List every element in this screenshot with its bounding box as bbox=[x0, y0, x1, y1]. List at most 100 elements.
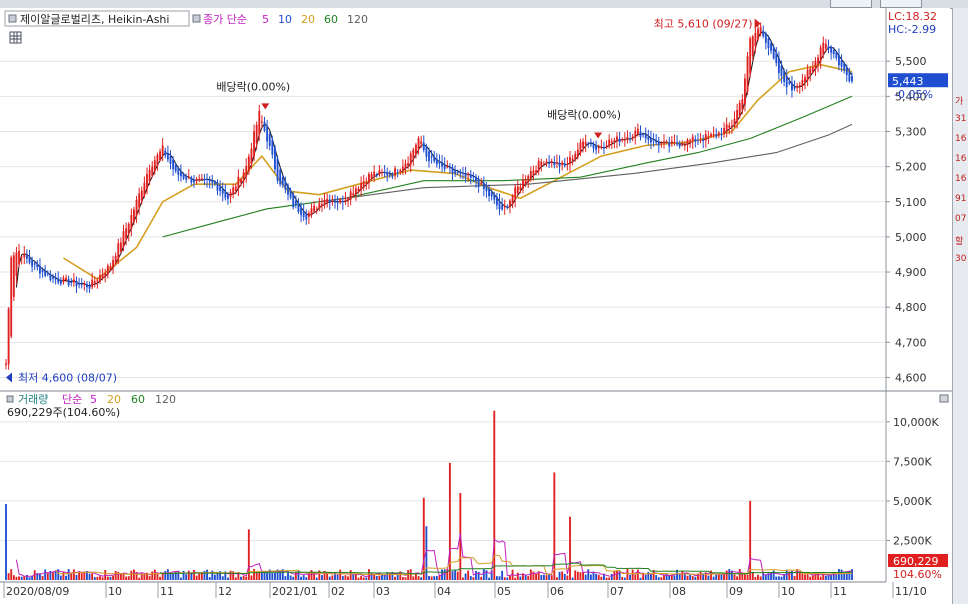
candle-body bbox=[193, 179, 195, 183]
volume-bar bbox=[271, 572, 274, 580]
candle-body bbox=[93, 281, 96, 284]
volume-bar bbox=[187, 570, 190, 580]
volume-bar bbox=[166, 569, 169, 580]
volume-bar bbox=[464, 573, 467, 580]
candle-body bbox=[514, 187, 517, 200]
toolbar-button-2[interactable] bbox=[880, 0, 922, 8]
volume-gridlines bbox=[0, 421, 886, 541]
volume-bar bbox=[125, 576, 128, 580]
candle-body bbox=[156, 154, 159, 166]
volume-bar bbox=[138, 577, 141, 580]
volume-bar bbox=[339, 569, 342, 580]
side-panel-fragment: 16 bbox=[955, 154, 967, 164]
volume-bar bbox=[96, 576, 99, 580]
volume-bar bbox=[571, 577, 574, 580]
side-panel-fragment: 16 bbox=[955, 134, 967, 144]
grid-toggle-icon[interactable] bbox=[9, 31, 22, 44]
volume-legend-period-60: 60 bbox=[131, 393, 145, 406]
candle-body bbox=[234, 186, 237, 191]
volume-bar bbox=[344, 575, 347, 580]
candle-body bbox=[237, 176, 240, 189]
candle-body bbox=[153, 160, 156, 172]
candle-body bbox=[247, 156, 250, 172]
volume-bar bbox=[749, 500, 752, 580]
dividend-annotation-1: 배당락(0.00%) bbox=[216, 80, 290, 93]
candle-body bbox=[70, 281, 73, 284]
candle-body bbox=[83, 283, 86, 285]
price-tick-label: 4,900 bbox=[895, 266, 927, 279]
candle-body bbox=[840, 60, 843, 67]
chart-title: 제이알글로벌리츠, Heikin-Ashi bbox=[20, 12, 169, 26]
candle-body bbox=[712, 133, 715, 136]
candle-body bbox=[266, 126, 269, 142]
candle-body bbox=[650, 138, 652, 143]
volume-bar bbox=[610, 573, 613, 580]
candle-body bbox=[307, 213, 310, 217]
toolbar-button-1[interactable] bbox=[830, 0, 872, 8]
candle-body bbox=[673, 142, 676, 144]
volume-bar bbox=[180, 577, 182, 580]
candle-body bbox=[279, 169, 282, 185]
volume-bar bbox=[689, 574, 692, 580]
candle-body bbox=[49, 273, 52, 280]
candle-body bbox=[623, 139, 626, 141]
candle-body bbox=[548, 162, 551, 164]
volume-bar bbox=[488, 577, 490, 580]
candle-body bbox=[524, 179, 527, 184]
candle-body bbox=[665, 141, 668, 143]
ma-legend-period-5: 5 bbox=[262, 13, 269, 26]
candle-body bbox=[634, 130, 637, 138]
candle-body bbox=[511, 195, 514, 204]
candle-body bbox=[339, 199, 342, 203]
candle-body bbox=[65, 277, 67, 281]
candle-body bbox=[310, 208, 313, 215]
candle-body bbox=[780, 65, 783, 76]
candle-body bbox=[433, 156, 436, 162]
stock-chart[interactable]: 4,600 4,700 4,800 4,900 5,000 5,100 5,200 5,300… bbox=[0, 8, 952, 604]
volume-bar bbox=[804, 574, 806, 580]
candle-body bbox=[302, 211, 305, 217]
volume-bar bbox=[707, 575, 710, 580]
volume-bar bbox=[52, 571, 54, 580]
candle-body bbox=[827, 46, 830, 49]
candle-body bbox=[631, 136, 634, 139]
volume-bar bbox=[665, 573, 668, 580]
candle-body bbox=[360, 183, 363, 190]
candle-body bbox=[143, 182, 146, 196]
volume-bar bbox=[227, 577, 229, 580]
candle-body bbox=[305, 214, 308, 220]
candle-body bbox=[159, 151, 161, 161]
volume-bar bbox=[375, 575, 378, 580]
candle-body bbox=[151, 166, 154, 176]
volume-bar bbox=[362, 577, 365, 580]
volume-bar bbox=[540, 575, 543, 580]
volume-bar bbox=[153, 569, 156, 580]
volume-bar bbox=[72, 569, 75, 580]
candle-body bbox=[415, 144, 417, 155]
candle-body bbox=[412, 149, 415, 160]
candle-body bbox=[556, 162, 558, 164]
candle-body bbox=[99, 275, 101, 282]
candle-body bbox=[537, 160, 540, 172]
volume-bar bbox=[83, 571, 86, 580]
volume-bar bbox=[796, 569, 799, 580]
candle-body bbox=[798, 84, 801, 87]
date-axis-area bbox=[0, 582, 952, 604]
volume-bar bbox=[242, 575, 245, 580]
candle-body bbox=[793, 86, 796, 89]
candle-body bbox=[579, 142, 582, 154]
volume-bar bbox=[307, 572, 310, 580]
volume-bar bbox=[46, 572, 49, 580]
candle-body bbox=[169, 156, 172, 164]
volume-bar bbox=[639, 577, 642, 580]
price-tick-label: 4,700 bbox=[895, 336, 927, 349]
candle-body bbox=[435, 158, 438, 165]
candle-body bbox=[284, 180, 287, 190]
candle-body bbox=[529, 171, 532, 179]
candle-body bbox=[331, 201, 334, 203]
volume-panel-toggle-icon[interactable] bbox=[939, 394, 949, 403]
candle-body bbox=[616, 136, 618, 141]
candle-body bbox=[788, 81, 791, 84]
ma-legend-period-60: 60 bbox=[324, 13, 338, 26]
candle-body bbox=[375, 174, 378, 176]
